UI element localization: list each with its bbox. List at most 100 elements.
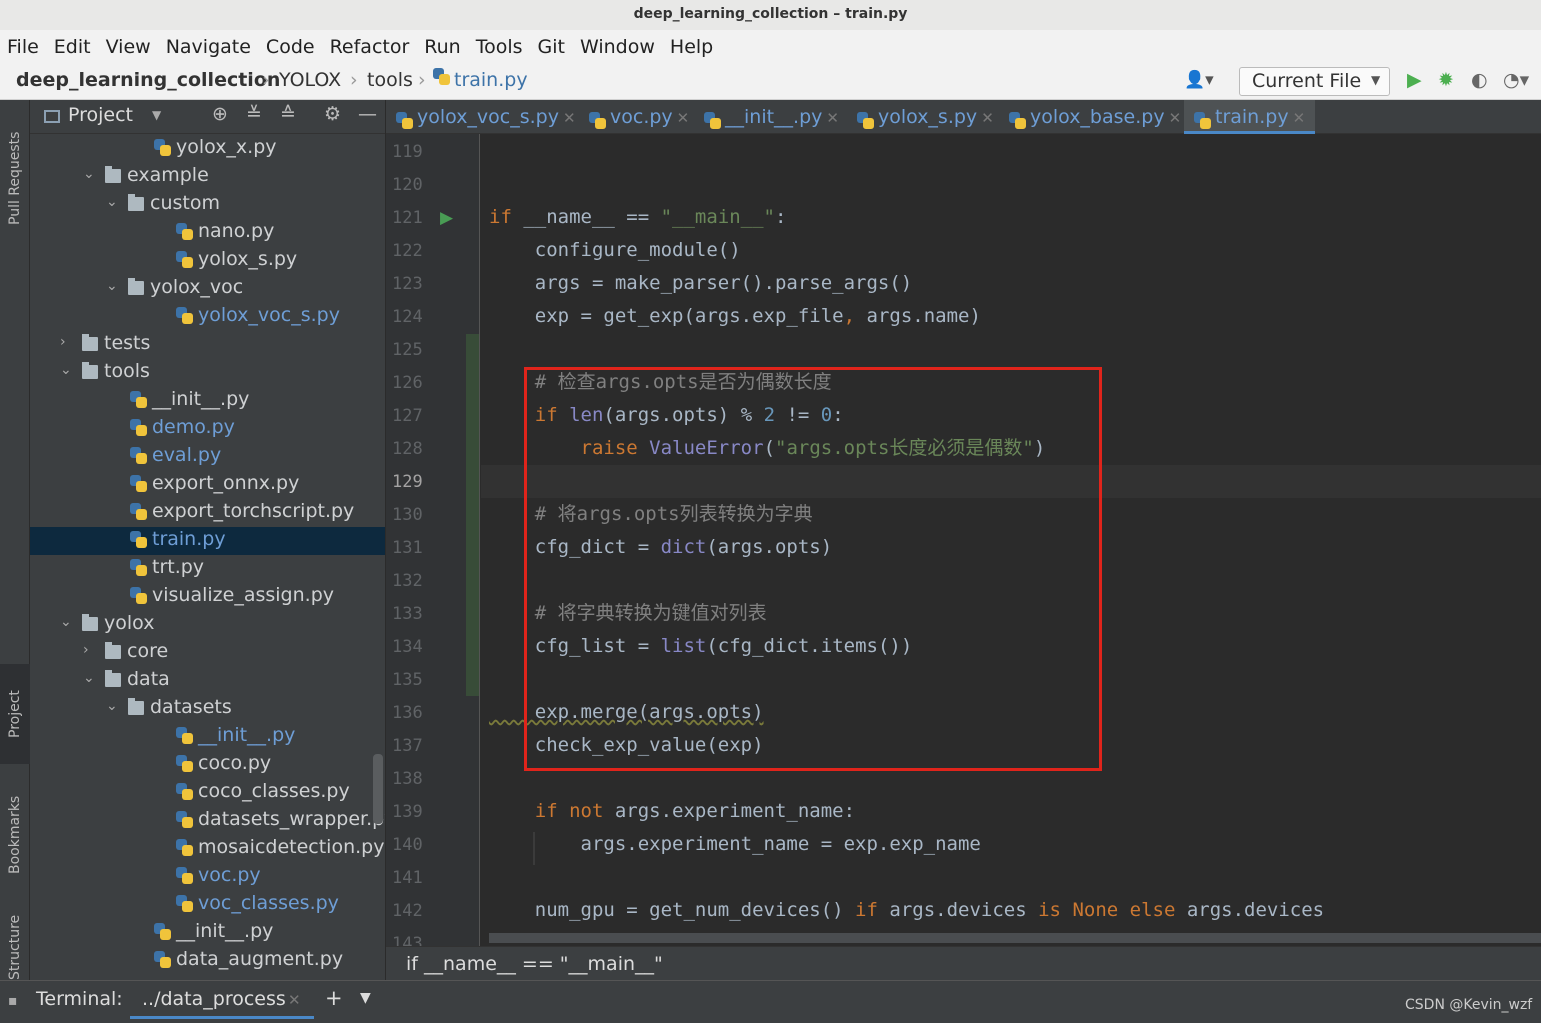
tree-item[interactable]: › tests [30, 331, 385, 359]
tree-item[interactable]: train.py [30, 527, 385, 555]
folder-icon [82, 614, 98, 631]
close-icon[interactable]: ✕ [981, 109, 994, 127]
close-icon[interactable]: ✕ [826, 109, 839, 127]
menu-edit[interactable]: Edit [54, 36, 91, 58]
debug-icon[interactable]: ✹ [1438, 69, 1454, 91]
coverage-icon[interactable]: ◐ [1471, 69, 1488, 91]
expand-all-icon[interactable]: ≚ [246, 103, 262, 125]
chevron-right-icon[interactable]: › [60, 334, 66, 350]
tab-yolox-s[interactable]: yolox_s.py ✕ [857, 100, 994, 134]
menu-file[interactable]: File [7, 36, 39, 58]
tab-yolox-base[interactable]: yolox_base.py ✕ [1009, 100, 1181, 134]
tree-item[interactable]: ⌄ custom [30, 191, 385, 219]
profile-icon[interactable]: ◔▾ [1503, 69, 1529, 91]
chevron-down-icon[interactable]: ⌄ [83, 166, 95, 182]
chevron-down-icon[interactable]: ⌄ [106, 194, 118, 210]
close-icon[interactable]: ✕ [563, 109, 576, 127]
menu-code[interactable]: Code [266, 36, 315, 58]
close-icon[interactable]: ✕ [1293, 109, 1306, 127]
collapse-all-icon[interactable]: ≙ [280, 103, 296, 125]
tree-item[interactable]: › core [30, 639, 385, 667]
gear-icon[interactable]: ⚙ [324, 103, 341, 125]
menu-navigate[interactable]: Navigate [166, 36, 251, 58]
user-icon[interactable]: 👤▾ [1184, 70, 1214, 90]
tree-item[interactable]: ⌄ example [30, 163, 385, 191]
breadcrumb-project[interactable]: deep_learning_collection [16, 69, 280, 91]
tree-item[interactable]: mosaicdetection.py [30, 835, 385, 863]
line-number: 124 [392, 307, 423, 327]
tab-train[interactable]: train.py ✕ [1184, 100, 1316, 134]
menu-view[interactable]: View [106, 36, 151, 58]
tree-item[interactable]: export_onnx.py [30, 471, 385, 499]
horizontal-scrollbar[interactable] [489, 933, 1541, 943]
chevron-down-icon[interactable]: ⌄ [106, 278, 118, 294]
chevron-down-icon[interactable]: ⌄ [60, 362, 72, 378]
tree-item[interactable]: ⌄ datasets [30, 695, 385, 723]
tree-item[interactable]: datasets_wrapper.py [30, 807, 385, 835]
structure-tab[interactable]: Structure [0, 905, 30, 990]
chevron-down-icon[interactable]: ▼ [152, 108, 161, 122]
terminal-tab[interactable]: ../data_process ✕ [130, 981, 314, 1019]
menu-window[interactable]: Window [580, 36, 655, 58]
tree-item[interactable]: coco_classes.py [30, 779, 385, 807]
tree-item[interactable]: yolox_voc_s.py [30, 303, 385, 331]
project-tool-tab[interactable]: Project [0, 664, 30, 764]
tab-voc[interactable]: voc.py ✕ [589, 100, 689, 134]
chevron-down-icon[interactable]: ▼ [360, 990, 371, 1006]
hide-icon[interactable]: — [358, 103, 377, 125]
tree-item[interactable]: ⌄ data [30, 667, 385, 695]
tree-item[interactable]: yolox_s.py [30, 247, 385, 275]
tree-item[interactable]: voc.py [30, 863, 385, 891]
close-icon[interactable]: ✕ [1169, 109, 1182, 127]
run-config-select[interactable]: Current File ▼ [1239, 67, 1390, 96]
menu-help[interactable]: Help [670, 36, 713, 58]
folder-icon [105, 166, 121, 183]
tree-item[interactable]: trt.py [30, 555, 385, 583]
line-number: 137 [392, 736, 423, 756]
menu-tools[interactable]: Tools [476, 36, 523, 58]
tree-item-label: export_torchscript.py [152, 500, 355, 522]
close-icon[interactable]: ✕ [677, 109, 690, 127]
tree-item[interactable]: yolox_x.py [30, 135, 385, 163]
line-number: 129 [392, 472, 423, 492]
tab-init[interactable]: __init__.py ✕ [704, 100, 839, 134]
tree-item[interactable]: demo.py [30, 415, 385, 443]
tree-item[interactable]: voc_classes.py [30, 891, 385, 919]
close-icon[interactable]: ✕ [288, 991, 301, 1009]
code-token: None [1072, 899, 1119, 921]
chevron-down-icon[interactable]: ⌄ [83, 670, 95, 686]
tree-item[interactable]: visualize_assign.py [30, 583, 385, 611]
bookmarks-tab[interactable]: Bookmarks [0, 775, 30, 895]
chevron-down-icon[interactable]: ⌄ [60, 614, 72, 630]
tree-item[interactable]: data_augment.py [30, 947, 385, 975]
breadcrumb-yolox[interactable]: YOLOX [279, 69, 341, 91]
add-terminal-icon[interactable]: + [325, 986, 343, 1010]
tab-yolox-voc-s[interactable]: yolox_voc_s.py ✕ [396, 100, 576, 134]
pull-requests-tab[interactable]: Pull Requests [0, 108, 30, 248]
menu-run[interactable]: Run [424, 36, 460, 58]
code-token: __name__ == [511, 206, 661, 228]
tree-item[interactable]: export_torchscript.py [30, 499, 385, 527]
chevron-down-icon[interactable]: ⌄ [106, 698, 118, 714]
tree-item[interactable]: __init__.py [30, 723, 385, 751]
breadcrumb-file[interactable]: train.py [454, 69, 528, 91]
line-number: 123 [392, 274, 423, 294]
breadcrumb-tools[interactable]: tools [367, 69, 413, 91]
tree-item[interactable]: coco.py [30, 751, 385, 779]
tree-item[interactable]: __init__.py [30, 919, 385, 947]
project-panel-title[interactable]: Project [68, 104, 133, 126]
tree-item[interactable]: nano.py [30, 219, 385, 247]
menu-refactor[interactable]: Refactor [330, 36, 410, 58]
tree-item[interactable]: eval.py [30, 443, 385, 471]
tree-scrollbar[interactable] [373, 754, 383, 824]
menu-git[interactable]: Git [538, 36, 565, 58]
run-gutter-icon[interactable]: ▶ [440, 208, 453, 228]
editor-breadcrumb[interactable]: if __name__ == "__main__" [386, 946, 1541, 980]
locate-icon[interactable]: ⊕ [212, 103, 228, 125]
tree-item[interactable]: ⌄ tools [30, 359, 385, 387]
tree-item[interactable]: ⌄ yolox [30, 611, 385, 639]
run-icon[interactable]: ▶ [1407, 69, 1422, 91]
tree-item[interactable]: __init__.py [30, 387, 385, 415]
tree-item[interactable]: ⌄ yolox_voc [30, 275, 385, 303]
chevron-right-icon[interactable]: › [83, 642, 89, 658]
